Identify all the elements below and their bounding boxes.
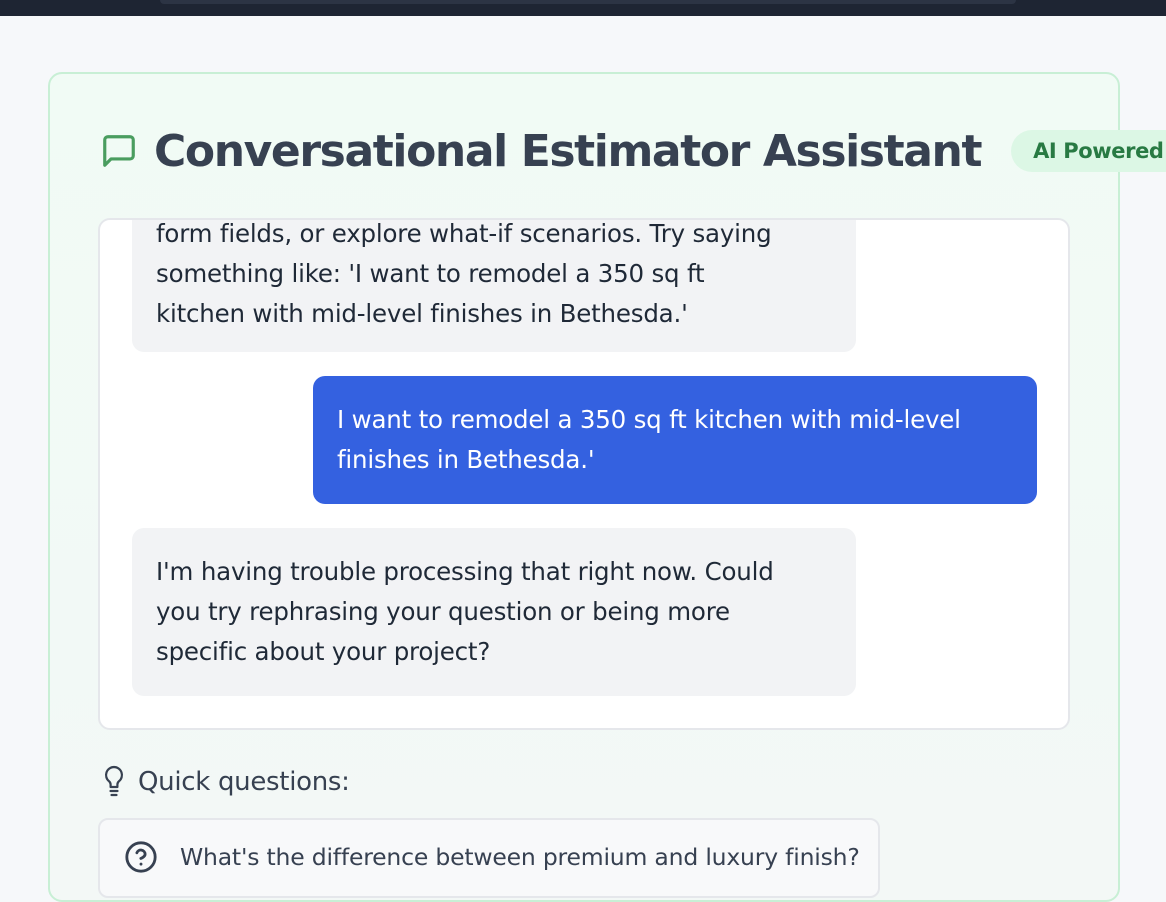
quick-questions-heading: Quick questions: (100, 762, 350, 802)
message-line: you try rephrasing your question or bein… (156, 597, 730, 626)
message-line: I'm having trouble processing that right… (156, 557, 774, 586)
message-line: finishes in Bethesda.' (337, 445, 595, 474)
top-bar-input-edge (160, 0, 1016, 4)
quick-questions-label: Quick questions: (138, 767, 350, 797)
quick-question-button[interactable]: What's the difference between premium an… (98, 818, 880, 898)
user-message: I want to remodel a 350 sq ft kitchen wi… (313, 376, 1037, 504)
estimator-assistant-card: Conversational Estimator Assistant AI Po… (48, 72, 1166, 902)
message-square-icon (100, 132, 138, 170)
lightbulb-icon (100, 764, 128, 800)
page-title: Conversational Estimator Assistant (154, 125, 982, 177)
assistant-message: form fields, or explore what-if scenario… (132, 219, 856, 352)
message-line: I want to remodel a 350 sq ft kitchen wi… (337, 405, 961, 434)
chat-messages-panel[interactable]: form fields, or explore what-if scenario… (98, 218, 1070, 730)
assistant-header: Conversational Estimator Assistant AI Po… (100, 125, 1166, 177)
message-line: something like: 'I want to remodel a 350… (156, 259, 705, 288)
message-line: form fields, or explore what-if scenario… (156, 219, 772, 248)
message-line: kitchen with mid-level finishes in Bethe… (156, 299, 688, 328)
ai-powered-badge: AI Powered (1011, 130, 1166, 172)
help-circle-icon (124, 840, 158, 874)
message-line: specific about your project? (156, 637, 491, 666)
assistant-message: I'm having trouble processing that right… (132, 528, 856, 696)
quick-question-label: What's the difference between premium an… (180, 843, 860, 871)
top-bar (0, 0, 1166, 16)
